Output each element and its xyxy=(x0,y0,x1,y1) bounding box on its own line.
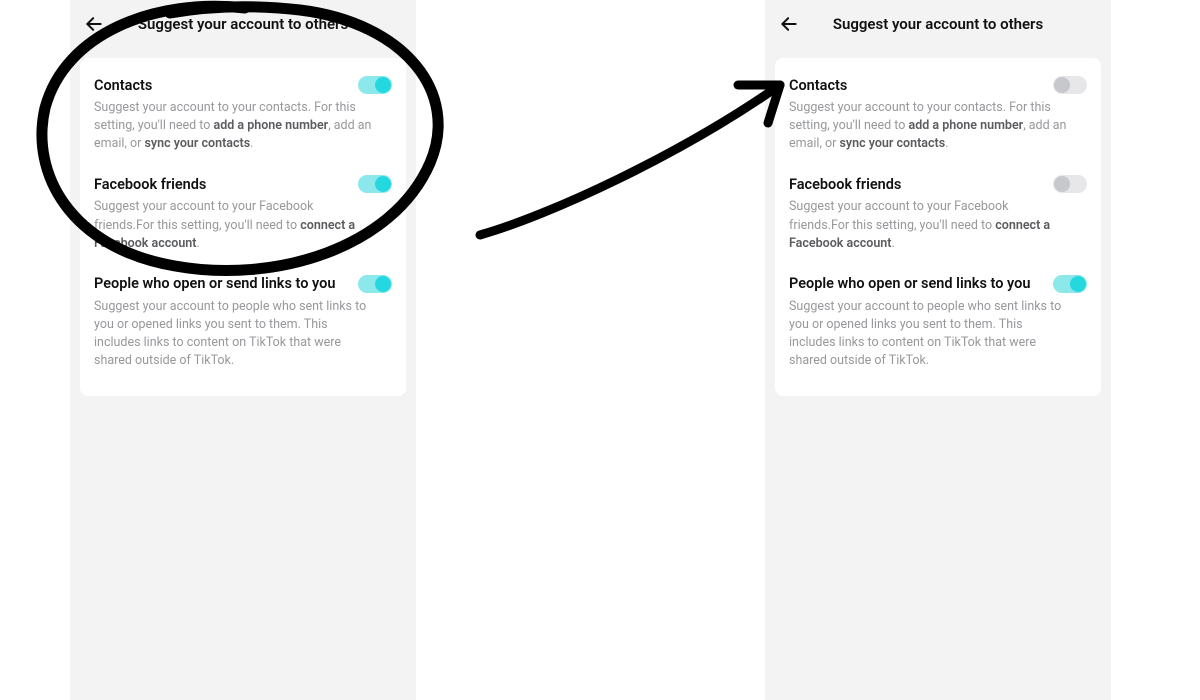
row-title-facebook: Facebook friends xyxy=(789,176,901,193)
page-title: Suggest your account to others xyxy=(765,15,1111,33)
row-facebook: Facebook friends Suggest your account to… xyxy=(94,163,392,262)
settings-card: Contacts Suggest your account to your co… xyxy=(80,58,406,396)
row-desc-links: Suggest your account to people who sent … xyxy=(94,298,374,371)
back-button[interactable] xyxy=(82,12,106,36)
toggle-facebook[interactable] xyxy=(1053,175,1087,193)
link-sync-contacts[interactable]: sync your contacts xyxy=(145,136,251,151)
toggle-facebook[interactable] xyxy=(358,175,392,193)
row-title-facebook: Facebook friends xyxy=(94,176,206,193)
row-desc-links: Suggest your account to people who sent … xyxy=(789,298,1069,371)
row-title-links: People who open or send links to you xyxy=(94,275,335,292)
page-title: Suggest your account to others xyxy=(70,15,416,33)
arrow-left-icon xyxy=(779,14,799,34)
toggle-links[interactable] xyxy=(1053,275,1087,293)
link-sync-contacts[interactable]: sync your contacts xyxy=(840,136,946,151)
hand-drawn-arrow-annotation xyxy=(470,65,800,245)
row-desc-contacts: Suggest your account to your contacts. F… xyxy=(94,99,374,153)
row-desc-facebook: Suggest your account to your Facebook fr… xyxy=(789,198,1069,252)
row-desc-contacts: Suggest your account to your contacts. F… xyxy=(789,99,1069,153)
link-add-phone[interactable]: add a phone number xyxy=(214,118,329,133)
row-title-contacts: Contacts xyxy=(789,77,847,94)
toggle-contacts[interactable] xyxy=(1053,76,1087,94)
row-desc-facebook: Suggest your account to your Facebook fr… xyxy=(94,198,374,252)
row-title-contacts: Contacts xyxy=(94,77,152,94)
settings-card: Contacts Suggest your account to your co… xyxy=(775,58,1101,396)
header-bar: Suggest your account to others xyxy=(765,0,1111,48)
phone-screenshot-right: Suggest your account to others Contacts … xyxy=(765,0,1111,700)
row-facebook: Facebook friends Suggest your account to… xyxy=(789,163,1087,262)
row-links: People who open or send links to you Sug… xyxy=(789,263,1087,381)
arrow-left-icon xyxy=(84,14,104,34)
row-contacts: Contacts Suggest your account to your co… xyxy=(94,72,392,163)
row-contacts: Contacts Suggest your account to your co… xyxy=(789,72,1087,163)
back-button[interactable] xyxy=(777,12,801,36)
row-links: People who open or send links to you Sug… xyxy=(94,263,392,381)
header-bar: Suggest your account to others xyxy=(70,0,416,48)
row-title-links: People who open or send links to you xyxy=(789,275,1030,292)
toggle-links[interactable] xyxy=(358,275,392,293)
toggle-contacts[interactable] xyxy=(358,76,392,94)
phone-screenshot-left: Suggest your account to others Contacts … xyxy=(70,0,416,700)
link-add-phone[interactable]: add a phone number xyxy=(909,118,1024,133)
